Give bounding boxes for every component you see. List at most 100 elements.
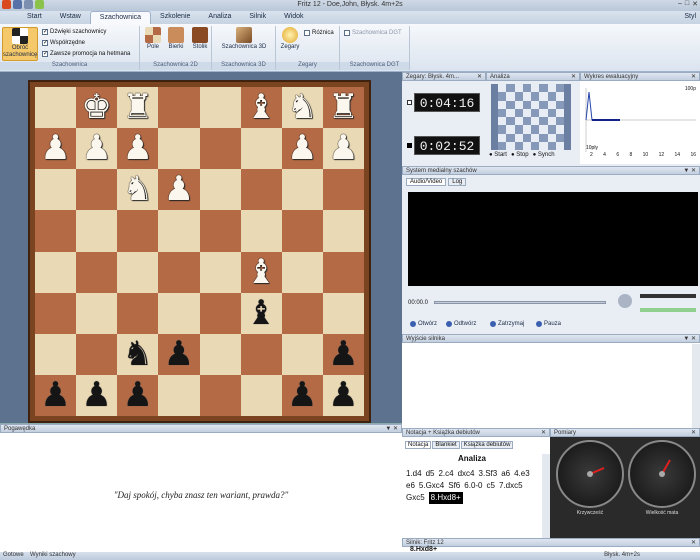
- board-square[interactable]: [158, 128, 200, 170]
- tab-szachownica[interactable]: Szachownica: [89, 11, 152, 24]
- board-square[interactable]: [281, 210, 323, 252]
- move[interactable]: 4.e3: [514, 468, 530, 480]
- volume-slider[interactable]: [640, 294, 696, 298]
- black-pawn-piece[interactable]: ♟: [35, 375, 76, 416]
- play-button[interactable]: Odtwórz: [446, 321, 476, 327]
- white-pawn-piece[interactable]: ♟: [282, 128, 323, 169]
- board-square[interactable]: [158, 374, 200, 416]
- black-pawn-piece[interactable]: ♟: [323, 334, 364, 375]
- board-square[interactable]: [322, 292, 364, 334]
- board-square[interactable]: [240, 169, 282, 211]
- board-square[interactable]: [158, 87, 200, 129]
- close-icon[interactable]: ✕: [571, 73, 576, 82]
- board-square[interactable]: [76, 169, 118, 211]
- white-rook-piece[interactable]: ♜: [117, 87, 158, 128]
- move[interactable]: 6.0-0: [464, 480, 482, 492]
- board-square[interactable]: [76, 210, 118, 252]
- white-pawn-piece[interactable]: ♟: [323, 128, 364, 169]
- board-square[interactable]: [117, 251, 159, 293]
- board-square[interactable]: [199, 210, 241, 252]
- tab-ksiazka[interactable]: Książka debiutów: [460, 441, 514, 449]
- tab-silnik[interactable]: Silnik: [240, 11, 275, 24]
- move[interactable]: e6: [406, 480, 415, 492]
- maximize-icon[interactable]: □: [685, 0, 689, 8]
- board-square[interactable]: [199, 87, 241, 129]
- stolik-button[interactable]: Stolik: [189, 27, 211, 51]
- board-square[interactable]: [76, 251, 118, 293]
- board-square[interactable]: [117, 292, 159, 334]
- board-square[interactable]: [35, 87, 77, 129]
- close-icon[interactable]: ✕: [691, 539, 696, 548]
- white-pawn-piece[interactable]: ♟: [35, 128, 76, 169]
- white-king-piece[interactable]: ♚: [76, 87, 117, 128]
- move[interactable]: 5.Gxc4: [419, 480, 444, 492]
- board-square[interactable]: [117, 210, 159, 252]
- tab-audio-video[interactable]: Audio/Video: [406, 178, 447, 186]
- black-pawn-piece[interactable]: ♟: [117, 375, 158, 416]
- close-icon[interactable]: ✕: [691, 429, 696, 438]
- black-pawn-piece[interactable]: ♟: [323, 375, 364, 416]
- stop-button[interactable]: ● Stop: [511, 152, 529, 158]
- close-icon[interactable]: ▼ ✕: [385, 425, 398, 434]
- board-square[interactable]: [281, 251, 323, 293]
- move[interactable]: 3.Sf3: [479, 468, 498, 480]
- checkbox[interactable]: ✓: [42, 40, 48, 46]
- board-square[interactable]: [322, 210, 364, 252]
- white-knight-piece[interactable]: ♞: [282, 87, 323, 128]
- tab-analiza[interactable]: Analiza: [199, 11, 240, 24]
- board-square[interactable]: [199, 169, 241, 211]
- board-square[interactable]: [199, 292, 241, 334]
- checkbox[interactable]: ✓: [42, 29, 48, 35]
- black-pawn-piece[interactable]: ♟: [158, 334, 199, 375]
- white-knight-piece[interactable]: ♞: [117, 169, 158, 210]
- board-square[interactable]: [199, 374, 241, 416]
- close-icon[interactable]: ✕: [692, 0, 698, 8]
- close-icon[interactable]: ✕: [541, 429, 546, 438]
- board-square[interactable]: [158, 292, 200, 334]
- tab-widok[interactable]: Widok: [275, 11, 312, 24]
- tab-blankiet[interactable]: Blankiet: [432, 441, 460, 449]
- tab-wstaw[interactable]: Wstaw: [51, 11, 90, 24]
- check-coords[interactable]: ✓ Współrzędne: [42, 40, 85, 46]
- start-button[interactable]: ● Start: [489, 152, 507, 158]
- checkbox[interactable]: ✓: [42, 51, 48, 57]
- move[interactable]: d5: [426, 468, 435, 480]
- scrollbar[interactable]: [692, 344, 700, 428]
- close-icon[interactable]: ▼ ✕: [683, 167, 696, 176]
- close-icon[interactable]: ▼ ✕: [683, 335, 696, 344]
- board-square[interactable]: [281, 333, 323, 375]
- white-pawn-piece[interactable]: ♟: [117, 128, 158, 169]
- black-bishop-piece[interactable]: ♝: [241, 293, 282, 334]
- check-promotion[interactable]: ✓ Zawsze promocja na hetmana: [42, 51, 130, 57]
- checkbox[interactable]: [344, 30, 350, 36]
- pole-button[interactable]: Pole: [143, 27, 163, 51]
- current-move[interactable]: 8.Hxd8+: [428, 492, 463, 504]
- white-rook-piece[interactable]: ♜: [323, 87, 364, 128]
- move[interactable]: Gxc5: [406, 492, 425, 504]
- board-square[interactable]: [35, 333, 77, 375]
- close-icon[interactable]: ✕: [477, 73, 482, 82]
- flip-board-button[interactable]: Obróć szachownicę: [2, 27, 38, 61]
- white-bishop-piece[interactable]: ♝: [241, 87, 282, 128]
- tab-szkolenie[interactable]: Szkolenie: [151, 11, 199, 24]
- board-square[interactable]: [322, 169, 364, 211]
- board-square[interactable]: [35, 292, 77, 334]
- check-dgt[interactable]: Szachownica DGT: [344, 30, 402, 36]
- move[interactable]: 2.c4: [438, 468, 453, 480]
- board-square[interactable]: [281, 292, 323, 334]
- bierki-button[interactable]: Bierki: [165, 27, 187, 51]
- board-square[interactable]: [35, 251, 77, 293]
- black-pawn-piece[interactable]: ♟: [282, 375, 323, 416]
- board-3d-button[interactable]: Szachownica 3D: [218, 27, 270, 51]
- volume-icon[interactable]: [618, 294, 632, 308]
- chessboard[interactable]: ♚ ♜ ♝ ♞ ♜ ♟ ♟ ♟ ♟ ♟ ♞ ♟ ♝ ♝ ♞ ♟ ♟ ♟ ♟ ♟ ♟ ♟: [35, 87, 364, 416]
- style-menu[interactable]: Styl: [684, 13, 696, 20]
- board-square[interactable]: [199, 128, 241, 170]
- move[interactable]: c5: [487, 480, 495, 492]
- board-square[interactable]: [240, 128, 282, 170]
- white-pawn-piece[interactable]: ♟: [158, 169, 199, 210]
- board-square[interactable]: [158, 251, 200, 293]
- scrollbar[interactable]: [542, 454, 550, 546]
- board-square[interactable]: [240, 210, 282, 252]
- board-square[interactable]: [240, 333, 282, 375]
